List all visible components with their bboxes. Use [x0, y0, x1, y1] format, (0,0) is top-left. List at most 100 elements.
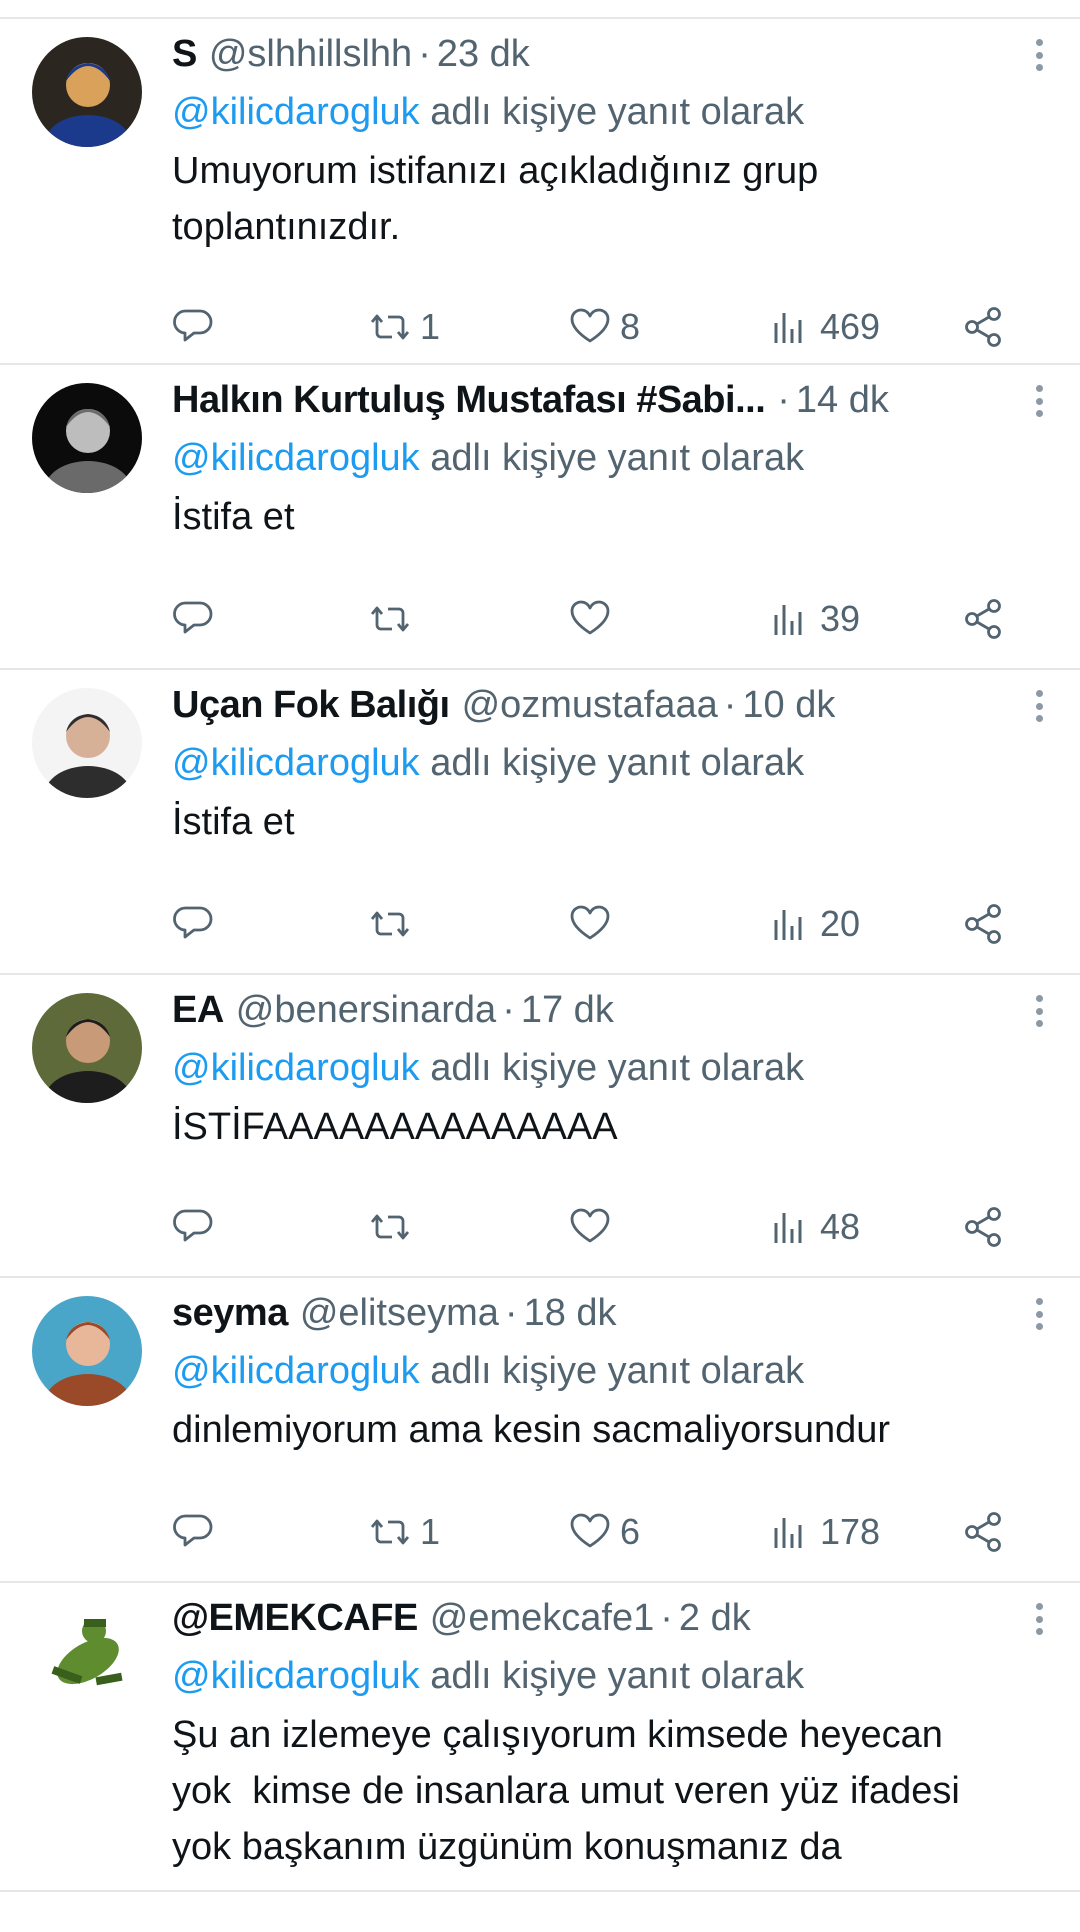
timestamp[interactable]: 17 dk	[521, 989, 614, 1031]
reply-button[interactable]	[172, 894, 224, 954]
like-button[interactable]	[568, 894, 620, 954]
display-name[interactable]: @EMEKCAFE	[172, 1597, 418, 1639]
avatar[interactable]	[32, 37, 142, 147]
retweet-icon	[368, 902, 412, 946]
replying-to-label: adlı kişiye yanıt olarak	[430, 742, 805, 784]
more-icon[interactable]	[1024, 35, 1054, 75]
retweet-button[interactable]	[368, 894, 420, 954]
views-button[interactable]: 48	[768, 1197, 860, 1257]
timestamp[interactable]: 23 dk	[437, 33, 530, 75]
timestamp[interactable]: 18 dk	[524, 1292, 617, 1334]
share-button[interactable]	[962, 297, 1006, 357]
retweet-count: 1	[420, 306, 441, 347]
tweet-text: Şu an izlemeye çalışıyorum kimsede heyec…	[172, 1714, 960, 1868]
tweet[interactable]: Uçan Fok Balığı @ozmustafaaa · 10 dk @kilicd…	[0, 670, 1080, 975]
like-button[interactable]	[568, 1197, 620, 1257]
retweet-button[interactable]	[368, 589, 420, 649]
mention-link[interactable]: @kilicdarogluk	[172, 437, 420, 479]
reply-icon	[172, 1205, 216, 1249]
more-icon[interactable]	[1024, 381, 1054, 421]
more-icon[interactable]	[1024, 1294, 1054, 1334]
mention-link[interactable]: @kilicdarogluk	[172, 742, 420, 784]
user-handle[interactable]: @ozmustafaaa	[462, 684, 718, 726]
display-name[interactable]: EA	[172, 989, 224, 1031]
like-button[interactable]: 8	[568, 297, 640, 357]
views-count: 48	[820, 1206, 861, 1247]
replying-to: @kilicdarogluk adlı kişiye yanıt olarak	[172, 433, 804, 483]
views-button[interactable]: 469	[768, 297, 880, 357]
share-icon	[962, 1205, 1006, 1249]
views-button[interactable]: 178	[768, 1502, 880, 1562]
share-button[interactable]	[962, 1502, 1006, 1562]
reply-icon	[172, 902, 216, 946]
tweet[interactable]: S @slhhillslhh · 23 dk @kilicdarogluk adlı k…	[0, 19, 1080, 365]
display-name[interactable]: Uçan Fok Balığı	[172, 684, 450, 726]
retweet-button[interactable]	[368, 1197, 420, 1257]
tweet-header: S @slhhillslhh · 23 dk	[172, 29, 530, 79]
avatar[interactable]	[32, 383, 142, 493]
mention-link[interactable]: @kilicdarogluk	[172, 1655, 420, 1697]
replying-to-label: adlı kişiye yanıt olarak	[430, 1350, 805, 1392]
more-icon[interactable]	[1024, 991, 1054, 1031]
retweet-button[interactable]: 1	[368, 297, 440, 357]
timestamp[interactable]: 10 dk	[742, 684, 835, 726]
avatar[interactable]	[32, 688, 142, 798]
share-icon	[962, 305, 1006, 349]
reply-button[interactable]	[172, 1197, 224, 1257]
reply-button[interactable]	[172, 1502, 224, 1562]
tweet[interactable]: EA @benersinarda · 17 dk @kilicdarogluk adlı…	[0, 975, 1080, 1278]
like-button[interactable]	[568, 589, 620, 649]
replying-to-label: adlı kişiye yanıt olarak	[430, 437, 805, 479]
like-icon	[568, 597, 612, 641]
reply-button[interactable]	[172, 589, 224, 649]
retweet-icon	[368, 1510, 412, 1554]
tweet-header: Halkın Kurtuluş Mustafası #Sabi... · 14 dk	[172, 375, 889, 425]
share-button[interactable]	[962, 589, 1006, 649]
user-handle[interactable]: @elitseyma	[300, 1292, 499, 1334]
share-button[interactable]	[962, 1197, 1006, 1257]
like-icon	[568, 1205, 612, 1249]
separator-dot: ·	[418, 33, 431, 75]
like-button[interactable]: 6	[568, 1502, 640, 1562]
tweet-header: seyma @elitseyma · 18 dk	[172, 1288, 617, 1338]
replying-to: @kilicdarogluk adlı kişiye yanıt olarak	[172, 738, 804, 788]
replying-to-label: adlı kişiye yanıt olarak	[430, 1655, 805, 1697]
avatar[interactable]	[32, 1601, 142, 1711]
display-name[interactable]: seyma	[172, 1292, 288, 1334]
tweet-text: İstifa et	[172, 496, 295, 538]
replying-to-label: adlı kişiye yanıt olarak	[430, 1047, 805, 1089]
replying-to: @kilicdarogluk adlı kişiye yanıt olarak	[172, 1651, 804, 1701]
mention-link[interactable]: @kilicdarogluk	[172, 91, 420, 133]
share-icon	[962, 1510, 1006, 1554]
replying-to: @kilicdarogluk adlı kişiye yanıt olarak	[172, 1043, 804, 1093]
mention-link[interactable]: @kilicdarogluk	[172, 1350, 420, 1392]
mention-link[interactable]: @kilicdarogluk	[172, 1047, 420, 1089]
retweet-icon	[368, 305, 412, 349]
like-count: 6	[620, 1511, 641, 1552]
tweet[interactable]: @EMEKCAFE @emekcafe1 · 2 dk @kilicdarogluk a…	[0, 1583, 1080, 1892]
views-button[interactable]: 20	[768, 894, 860, 954]
retweet-icon	[368, 1205, 412, 1249]
views-button[interactable]: 39	[768, 589, 860, 649]
tweet[interactable]: seyma @elitseyma · 18 dk @kilicdarogluk adlı…	[0, 1278, 1080, 1583]
avatar[interactable]	[32, 1296, 142, 1406]
timestamp[interactable]: 14 dk	[796, 379, 889, 421]
separator-dot: ·	[502, 989, 515, 1031]
user-handle[interactable]: @benersinarda	[236, 989, 496, 1031]
retweet-button[interactable]: 1	[368, 1502, 440, 1562]
more-icon[interactable]	[1024, 686, 1054, 726]
more-icon[interactable]	[1024, 1599, 1054, 1639]
display-name[interactable]: S	[172, 33, 197, 75]
timestamp[interactable]: 2 dk	[679, 1597, 751, 1639]
user-handle[interactable]: @slhhillslhh	[209, 33, 412, 75]
views-icon	[768, 597, 812, 641]
views-count: 20	[820, 903, 861, 944]
display-name[interactable]: Halkın Kurtuluş Mustafası #Sabi...	[172, 379, 766, 421]
separator-dot: ·	[504, 1292, 518, 1334]
avatar[interactable]	[32, 993, 142, 1103]
reply-button[interactable]	[172, 297, 224, 357]
views-icon	[768, 1510, 812, 1554]
share-button[interactable]	[962, 894, 1006, 954]
user-handle[interactable]: @emekcafe1	[430, 1597, 654, 1639]
tweet[interactable]: Halkın Kurtuluş Mustafası #Sabi... · 14 dk…	[0, 365, 1080, 670]
